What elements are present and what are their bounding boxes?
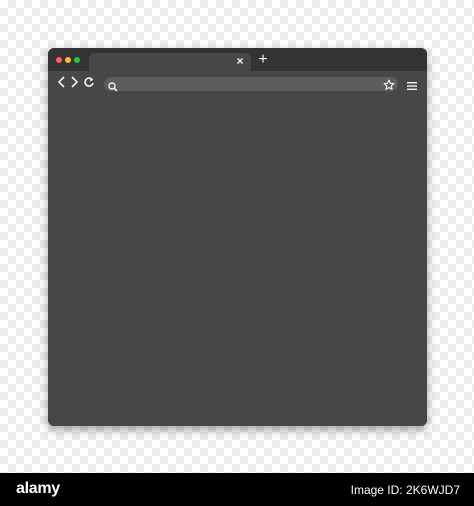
- search-icon: [108, 79, 118, 92]
- watermark-footer: alamy Image ID: 2K6WJD7: [0, 473, 474, 506]
- close-icon[interactable]: ×: [233, 54, 247, 68]
- close-window-button[interactable]: [56, 57, 62, 63]
- chevron-right-icon[interactable]: [67, 76, 81, 90]
- footer-logo: alamy: [16, 480, 60, 497]
- star-icon[interactable]: [383, 78, 395, 90]
- title-bar: × +: [48, 48, 427, 71]
- maximize-window-button[interactable]: [74, 57, 80, 63]
- reload-icon[interactable]: [82, 76, 96, 90]
- image-id-label: Image ID: 2K6WJD7: [350, 483, 460, 497]
- browser-toolbar: [48, 71, 427, 97]
- plus-icon[interactable]: +: [256, 52, 270, 68]
- url-input[interactable]: [122, 77, 362, 91]
- page-content-area: [48, 97, 427, 426]
- minimize-window-button[interactable]: [65, 57, 71, 63]
- browser-window: × +: [48, 48, 427, 426]
- browser-tab[interactable]: ×: [89, 53, 251, 71]
- address-bar[interactable]: [104, 77, 398, 92]
- hamburger-menu-icon[interactable]: [407, 78, 417, 90]
